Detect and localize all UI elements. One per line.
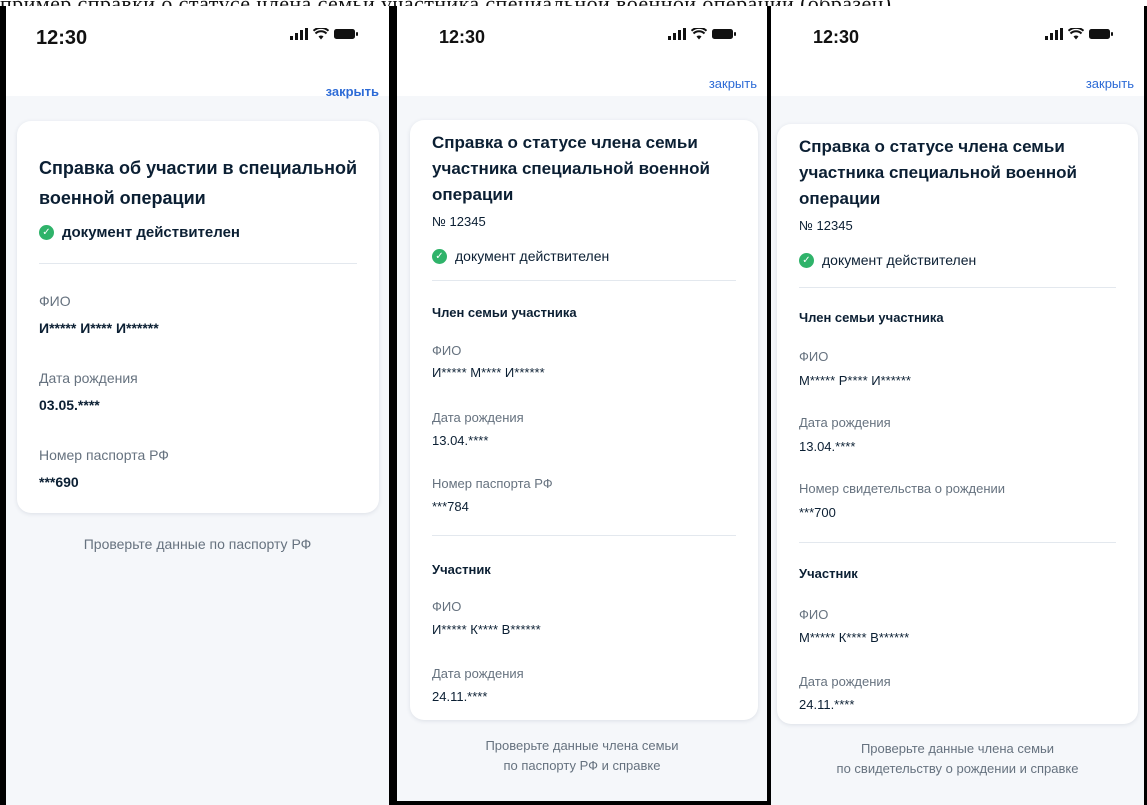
document-number: № 12345 [799, 218, 853, 233]
field-value-birth-certificate: ***700 [799, 505, 836, 520]
validity-text: документ действителен [455, 248, 610, 264]
field-label-birthdate: Дата рождения [432, 666, 524, 681]
status-bar: 12:30 закрыть [771, 6, 1144, 96]
certificate-card: Справка о статусе члена семьи участника … [777, 124, 1138, 724]
hint-line: по паспорту РФ и справке [503, 758, 661, 773]
close-link[interactable]: закрыть [1086, 76, 1134, 91]
status-icons [1045, 28, 1114, 40]
certificate-card: Справка о статусе члена семьи участника … [410, 120, 758, 720]
field-value-birthdate: 13.04.**** [799, 439, 856, 454]
cellular-signal-icon [290, 28, 308, 40]
phone-screen-2: 12:30 закрыть Справка о статусе члена се… [393, 6, 771, 805]
status-time: 12:30 [439, 27, 486, 47]
section-title-family-member: Член семьи участника [799, 310, 944, 325]
section-title-participant: Участник [432, 562, 491, 577]
section-title-participant: Участник [799, 566, 858, 581]
validity-status: ✓ документ действителен [799, 252, 976, 268]
hint-line: Проверьте данные члена семьи [485, 738, 679, 753]
field-label-fio: ФИО [799, 607, 829, 622]
field-value-birthdate: 24.11.**** [432, 689, 488, 704]
certificate-title: Справка о статусе члена семьи участника … [799, 137, 1078, 208]
field-label-fio: ФИО [432, 343, 462, 358]
cellular-signal-icon [1045, 28, 1063, 40]
certificate-title: Справка о статусе члена семьи участника … [432, 133, 711, 204]
phone-screen-1: 12:30 закрыть Справка об участии в специ… [0, 6, 395, 805]
close-link[interactable]: закрыть [709, 76, 757, 91]
status-time: 12:30 [813, 27, 860, 47]
field-value-fio: И***** М**** И****** [432, 365, 545, 380]
verification-hint: Проверьте данные члена семьи по свидетел… [771, 739, 1144, 779]
field-label-fio: ФИО [432, 599, 462, 614]
status-time: 12:30 [36, 27, 88, 49]
field-label-passport: Номер паспорта РФ [39, 447, 169, 463]
phone-screen-3: 12:30 закрыть Справка о статусе члена се… [771, 6, 1147, 805]
battery-icon [334, 29, 358, 39]
field-value-fio: И***** И**** И****** [39, 320, 159, 336]
verification-hint: Проверьте данные по паспорту РФ [83, 536, 312, 552]
field-value-fio: М***** Р**** И****** [799, 373, 911, 388]
field-label-birthdate: Дата рождения [432, 410, 524, 425]
status-icons [290, 28, 359, 40]
document-number: № 12345 [432, 214, 486, 229]
validity-status: ✓ документ действителен [39, 224, 240, 241]
validity-status: ✓ документ действителен [432, 248, 609, 264]
field-label-birth-certificate: Номер свидетельства о рождении [799, 481, 1006, 496]
verification-hint: Проверьте данные члена семьи по паспорту… [397, 736, 767, 776]
hint-line: Проверьте данные члена семьи [860, 741, 1055, 756]
field-value-fio: И***** К**** В****** [432, 622, 541, 637]
check-circle-icon: ✓ [799, 252, 814, 268]
divider [432, 280, 736, 281]
divider [39, 263, 357, 264]
cellular-signal-icon [668, 28, 686, 40]
field-label-fio: ФИО [39, 293, 71, 309]
divider [799, 542, 1116, 543]
divider [432, 535, 736, 536]
field-label-birthdate: Дата рождения [39, 370, 138, 386]
certificate-card: Справка об участии в специальной военной… [17, 121, 379, 513]
section-title-family-member: Член семьи участника [432, 305, 577, 320]
field-label-passport: Номер паспорта РФ [432, 476, 553, 491]
field-label-birthdate: Дата рождения [799, 415, 891, 430]
battery-icon [712, 29, 736, 39]
validity-text: документ действителен [822, 252, 977, 268]
wifi-icon [313, 28, 329, 40]
status-bar: 12:30 закрыть [397, 6, 767, 96]
field-value-passport: ***690 [39, 474, 79, 490]
check-circle-icon: ✓ [39, 225, 54, 240]
field-label-fio: ФИО [799, 349, 829, 364]
status-icons [668, 28, 737, 40]
close-link[interactable]: закрыть [326, 84, 379, 99]
wifi-icon [1068, 28, 1084, 40]
field-value-birthdate: 03.05.**** [39, 397, 100, 413]
battery-icon [1089, 29, 1113, 39]
wifi-icon [691, 28, 707, 40]
status-bar: 12:30 закрыть [6, 6, 389, 99]
check-circle-icon: ✓ [432, 248, 447, 264]
validity-text: документ действителен [62, 224, 240, 241]
field-value-birthdate: 24.11.**** [799, 697, 855, 712]
field-value-passport: ***784 [432, 499, 469, 514]
field-value-fio: М***** К**** В****** [799, 630, 910, 645]
certificate-title: Справка об участии в специальной военной… [39, 158, 358, 208]
field-label-birthdate: Дата рождения [799, 674, 891, 689]
divider [799, 287, 1116, 288]
hint-line: по свидетельству о рождении и справке [836, 761, 1079, 776]
field-value-birthdate: 13.04.**** [432, 433, 489, 448]
